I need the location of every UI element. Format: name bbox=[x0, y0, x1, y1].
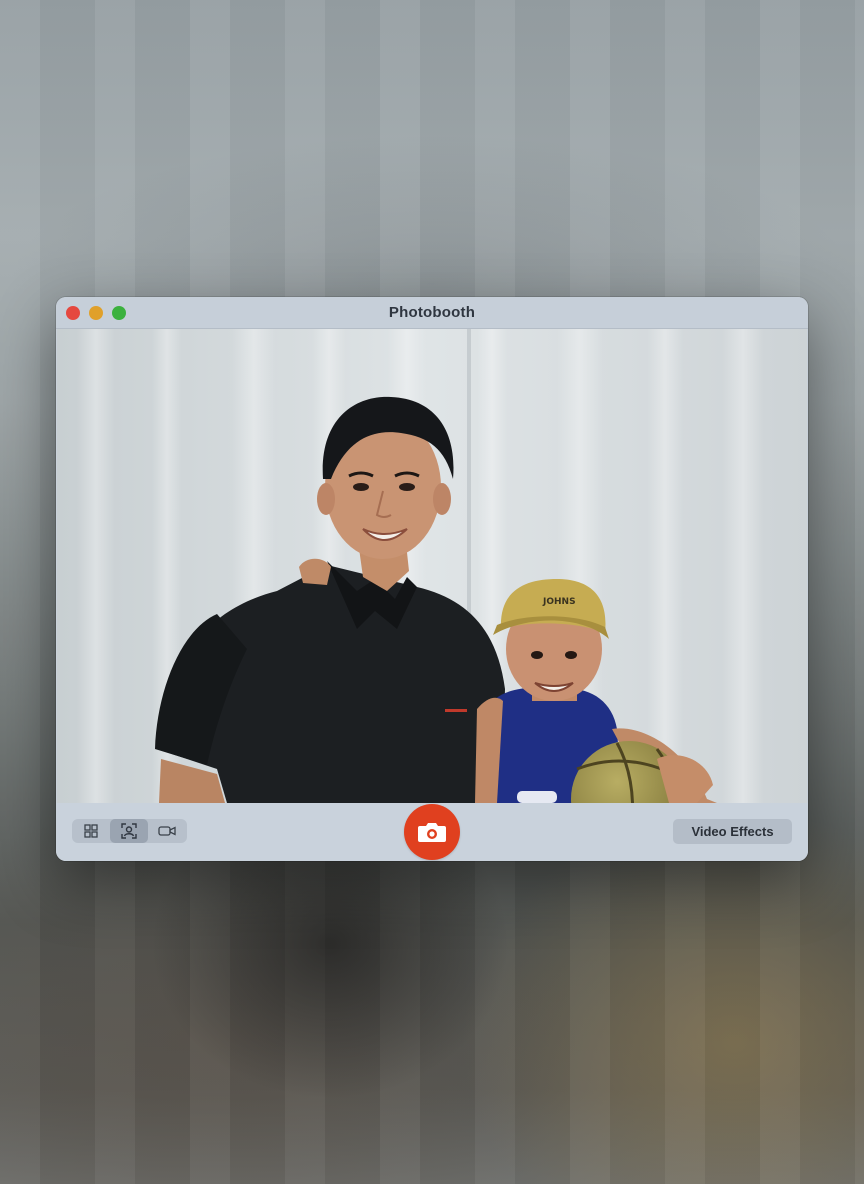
photobooth-window: Photobooth JOHNS Video Effects bbox=[56, 297, 808, 861]
camera-feed-image: JOHNS bbox=[57, 329, 807, 803]
camera-icon bbox=[418, 823, 446, 842]
portrait-icon bbox=[121, 823, 137, 839]
titlebar[interactable]: Photobooth bbox=[56, 297, 808, 329]
camera-preview: JOHNS bbox=[57, 329, 807, 803]
view-mode-selector bbox=[72, 819, 187, 843]
cap-text: JOHNS bbox=[542, 597, 576, 607]
single-photo-button[interactable] bbox=[110, 819, 148, 843]
blurred-background-figure bbox=[150, 840, 510, 1100]
video-camera-icon bbox=[158, 826, 176, 836]
grid-icon bbox=[84, 824, 98, 838]
grid-view-button[interactable] bbox=[72, 819, 110, 843]
take-photo-button[interactable] bbox=[404, 804, 460, 860]
video-effects-button[interactable]: Video Effects bbox=[673, 819, 792, 844]
bottom-toolbar: Video Effects bbox=[56, 803, 808, 861]
window-title: Photobooth bbox=[388, 304, 476, 321]
video-mode-button[interactable] bbox=[148, 819, 186, 843]
